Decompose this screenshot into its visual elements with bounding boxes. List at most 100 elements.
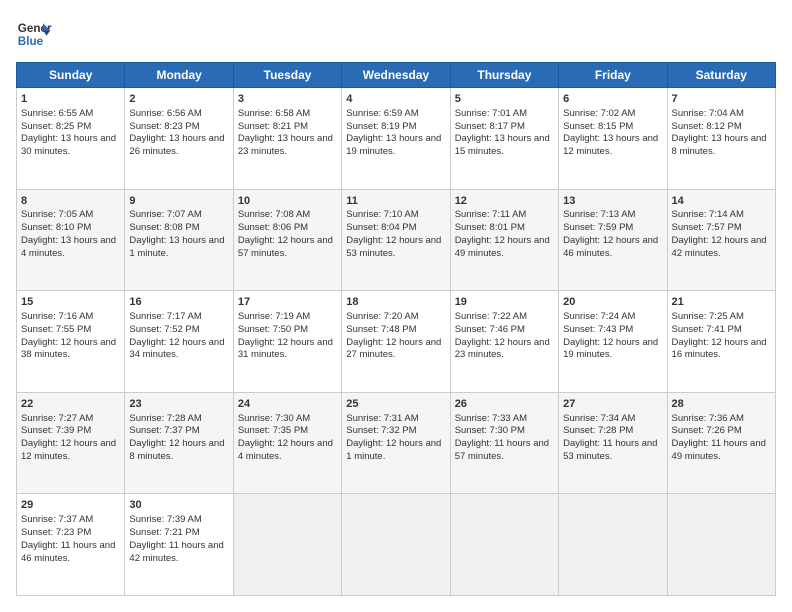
sunset: Sunset: 8:01 PM (455, 222, 525, 233)
sunrise: Sunrise: 6:59 AM (346, 108, 418, 119)
logo: General Blue (16, 16, 52, 52)
day-number: 23 (129, 397, 228, 412)
sunrise: Sunrise: 7:04 AM (672, 108, 744, 119)
sunrise: Sunrise: 7:34 AM (563, 413, 635, 424)
daylight: Daylight: 12 hours and 46 minutes. (563, 235, 658, 259)
daylight: Daylight: 13 hours and 1 minute. (129, 235, 224, 259)
week-row-1: 1Sunrise: 6:55 AMSunset: 8:25 PMDaylight… (17, 88, 776, 190)
daylight: Daylight: 13 hours and 23 minutes. (238, 133, 333, 157)
calendar-cell (233, 494, 341, 596)
daylight: Daylight: 12 hours and 8 minutes. (129, 438, 224, 462)
calendar-cell (667, 494, 775, 596)
calendar-cell: 5Sunrise: 7:01 AMSunset: 8:17 PMDaylight… (450, 88, 558, 190)
sunset: Sunset: 8:15 PM (563, 121, 633, 132)
daylight: Daylight: 13 hours and 19 minutes. (346, 133, 441, 157)
day-number: 16 (129, 295, 228, 310)
sunrise: Sunrise: 7:11 AM (455, 209, 527, 220)
sunset: Sunset: 7:46 PM (455, 324, 525, 335)
daylight: Daylight: 12 hours and 27 minutes. (346, 337, 441, 361)
sunrise: Sunrise: 7:30 AM (238, 413, 310, 424)
daylight: Daylight: 12 hours and 38 minutes. (21, 337, 116, 361)
sunrise: Sunrise: 7:08 AM (238, 209, 310, 220)
calendar-table: SundayMondayTuesdayWednesdayThursdayFrid… (16, 62, 776, 596)
sunrise: Sunrise: 7:13 AM (563, 209, 635, 220)
daylight: Daylight: 12 hours and 53 minutes. (346, 235, 441, 259)
sunrise: Sunrise: 7:10 AM (346, 209, 418, 220)
sunset: Sunset: 8:25 PM (21, 121, 91, 132)
calendar-cell: 21Sunrise: 7:25 AMSunset: 7:41 PMDayligh… (667, 291, 775, 393)
daylight: Daylight: 13 hours and 26 minutes. (129, 133, 224, 157)
sunset: Sunset: 7:35 PM (238, 425, 308, 436)
day-number: 3 (238, 92, 337, 107)
sunrise: Sunrise: 7:25 AM (672, 311, 744, 322)
day-number: 17 (238, 295, 337, 310)
calendar-cell: 19Sunrise: 7:22 AMSunset: 7:46 PMDayligh… (450, 291, 558, 393)
day-header-wednesday: Wednesday (342, 63, 450, 88)
day-number: 22 (21, 397, 120, 412)
sunrise: Sunrise: 7:02 AM (563, 108, 635, 119)
daylight: Daylight: 12 hours and 57 minutes. (238, 235, 333, 259)
day-number: 27 (563, 397, 662, 412)
calendar-cell: 29Sunrise: 7:37 AMSunset: 7:23 PMDayligh… (17, 494, 125, 596)
daylight: Daylight: 11 hours and 53 minutes. (563, 438, 657, 462)
calendar-cell: 20Sunrise: 7:24 AMSunset: 7:43 PMDayligh… (559, 291, 667, 393)
sunset: Sunset: 7:59 PM (563, 222, 633, 233)
day-number: 28 (672, 397, 771, 412)
sunrise: Sunrise: 7:31 AM (346, 413, 418, 424)
daylight: Daylight: 13 hours and 4 minutes. (21, 235, 116, 259)
daylight: Daylight: 13 hours and 8 minutes. (672, 133, 767, 157)
calendar-cell: 14Sunrise: 7:14 AMSunset: 7:57 PMDayligh… (667, 189, 775, 291)
sunrise: Sunrise: 7:14 AM (672, 209, 744, 220)
calendar-cell: 28Sunrise: 7:36 AMSunset: 7:26 PMDayligh… (667, 392, 775, 494)
sunset: Sunset: 7:26 PM (672, 425, 742, 436)
sunrise: Sunrise: 7:33 AM (455, 413, 527, 424)
sunset: Sunset: 8:06 PM (238, 222, 308, 233)
day-number: 14 (672, 194, 771, 209)
sunrise: Sunrise: 7:37 AM (21, 514, 93, 525)
calendar-cell: 22Sunrise: 7:27 AMSunset: 7:39 PMDayligh… (17, 392, 125, 494)
sunrise: Sunrise: 7:28 AM (129, 413, 201, 424)
daylight: Daylight: 11 hours and 46 minutes. (21, 540, 115, 564)
daylight: Daylight: 12 hours and 16 minutes. (672, 337, 767, 361)
sunset: Sunset: 7:39 PM (21, 425, 91, 436)
sunset: Sunset: 8:12 PM (672, 121, 742, 132)
week-row-3: 15Sunrise: 7:16 AMSunset: 7:55 PMDayligh… (17, 291, 776, 393)
sunset: Sunset: 7:55 PM (21, 324, 91, 335)
page: General Blue SundayMondayTuesdayWednesda… (0, 0, 792, 612)
calendar-cell (342, 494, 450, 596)
sunset: Sunset: 7:57 PM (672, 222, 742, 233)
sunrise: Sunrise: 7:39 AM (129, 514, 201, 525)
day-number: 21 (672, 295, 771, 310)
day-number: 11 (346, 194, 445, 209)
daylight: Daylight: 12 hours and 34 minutes. (129, 337, 224, 361)
day-number: 26 (455, 397, 554, 412)
sunset: Sunset: 8:23 PM (129, 121, 199, 132)
calendar-cell (559, 494, 667, 596)
sunrise: Sunrise: 7:01 AM (455, 108, 527, 119)
sunrise: Sunrise: 7:20 AM (346, 311, 418, 322)
sunset: Sunset: 7:48 PM (346, 324, 416, 335)
day-header-tuesday: Tuesday (233, 63, 341, 88)
sunset: Sunset: 7:28 PM (563, 425, 633, 436)
sunrise: Sunrise: 7:19 AM (238, 311, 310, 322)
calendar-cell: 18Sunrise: 7:20 AMSunset: 7:48 PMDayligh… (342, 291, 450, 393)
daylight: Daylight: 11 hours and 42 minutes. (129, 540, 223, 564)
sunset: Sunset: 7:37 PM (129, 425, 199, 436)
sunset: Sunset: 8:08 PM (129, 222, 199, 233)
calendar-cell: 3Sunrise: 6:58 AMSunset: 8:21 PMDaylight… (233, 88, 341, 190)
sunset: Sunset: 7:30 PM (455, 425, 525, 436)
calendar-cell: 7Sunrise: 7:04 AMSunset: 8:12 PMDaylight… (667, 88, 775, 190)
daylight: Daylight: 12 hours and 19 minutes. (563, 337, 658, 361)
sunset: Sunset: 8:04 PM (346, 222, 416, 233)
calendar-cell: 27Sunrise: 7:34 AMSunset: 7:28 PM Dayligh… (559, 392, 667, 494)
calendar-cell: 1Sunrise: 6:55 AMSunset: 8:25 PMDaylight… (17, 88, 125, 190)
day-number: 25 (346, 397, 445, 412)
calendar-cell: 24Sunrise: 7:30 AMSunset: 7:35 PMDayligh… (233, 392, 341, 494)
calendar-cell: 4Sunrise: 6:59 AMSunset: 8:19 PMDaylight… (342, 88, 450, 190)
daylight: Daylight: 11 hours and 49 minutes. (672, 438, 766, 462)
week-row-2: 8Sunrise: 7:05 AMSunset: 8:10 PMDaylight… (17, 189, 776, 291)
week-row-5: 29Sunrise: 7:37 AMSunset: 7:23 PMDayligh… (17, 494, 776, 596)
day-number: 24 (238, 397, 337, 412)
sunrise: Sunrise: 7:17 AM (129, 311, 201, 322)
daylight: Daylight: 12 hours and 23 minutes. (455, 337, 550, 361)
